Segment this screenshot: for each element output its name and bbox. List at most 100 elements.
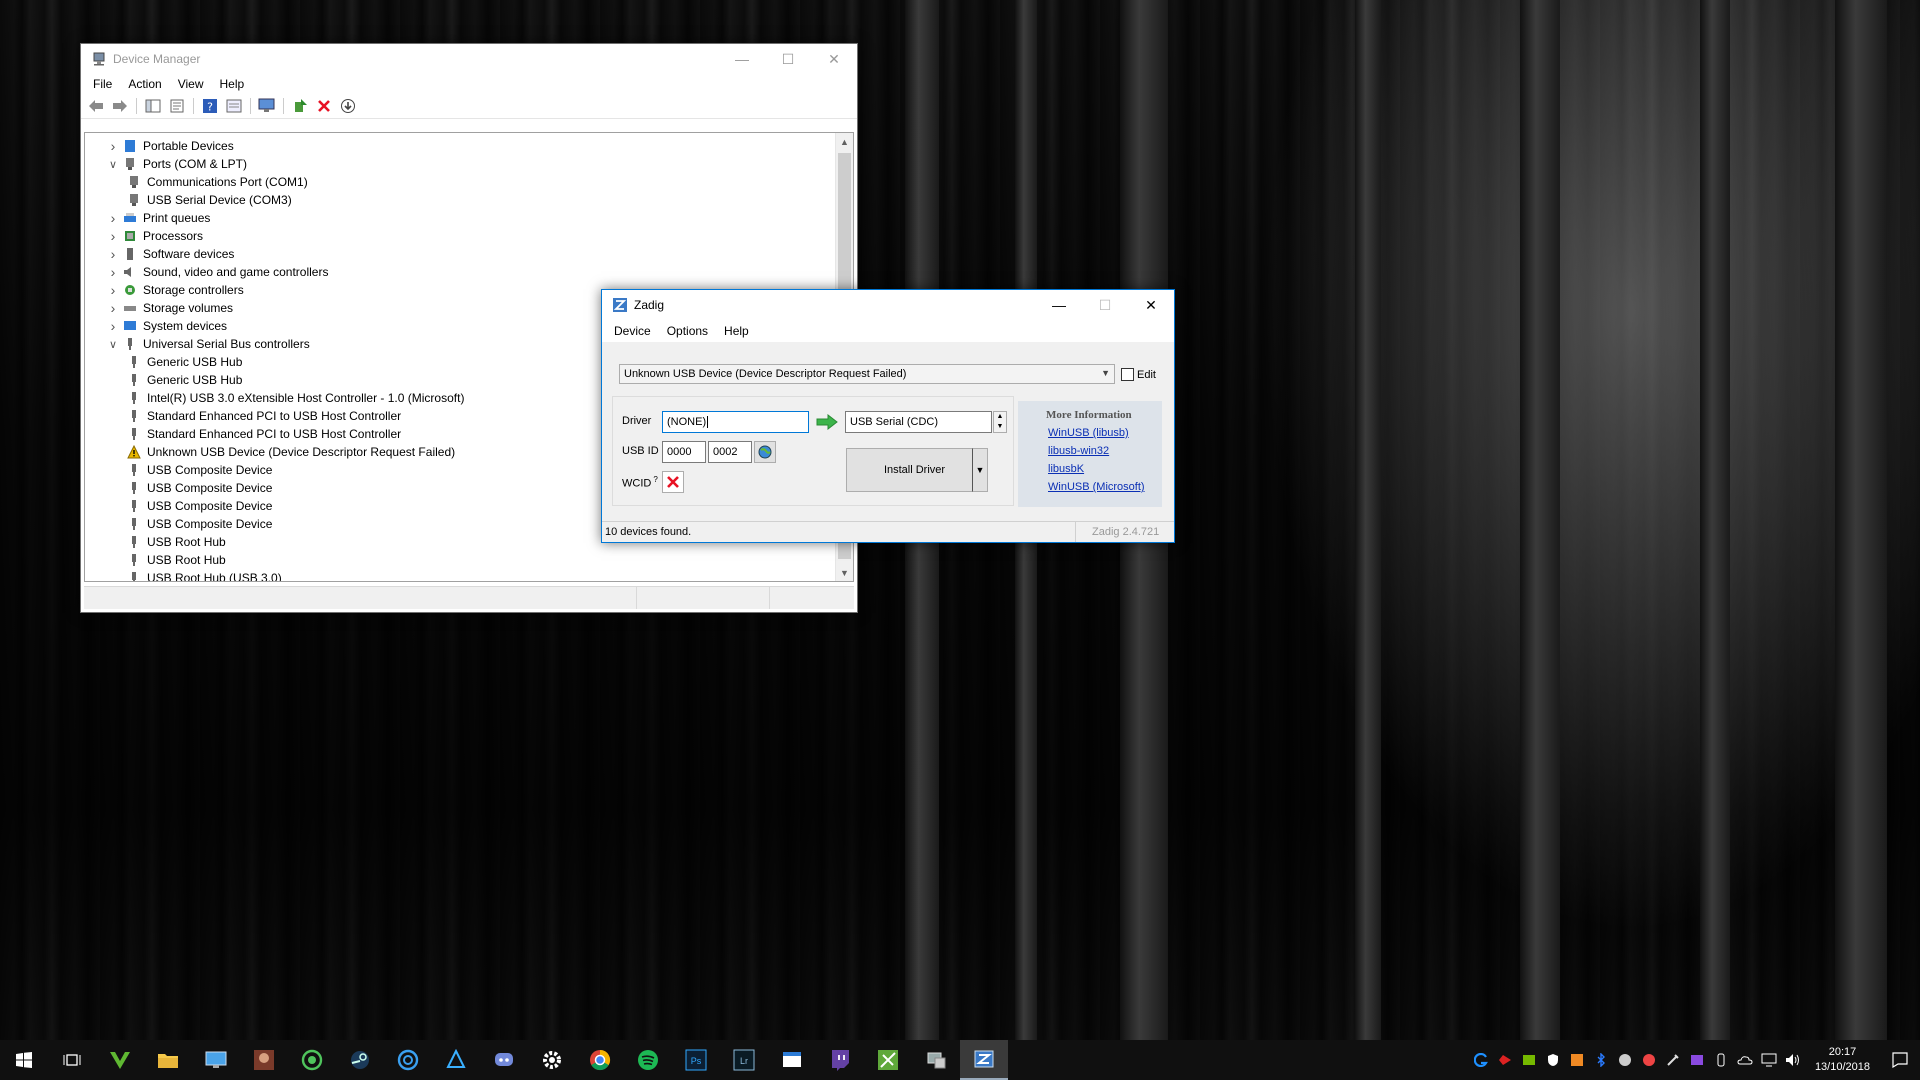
expand-chevron-icon[interactable]: › xyxy=(107,138,119,154)
link-libusbk[interactable]: libusbK xyxy=(1048,463,1084,475)
taskbar-app-green-tool[interactable] xyxy=(864,1040,912,1080)
maximize-button[interactable]: ☐ xyxy=(765,44,811,74)
taskbar-app-discord[interactable] xyxy=(480,1040,528,1080)
tree-device[interactable]: USB Serial Device (COM3) xyxy=(85,191,835,209)
install-driver-button[interactable]: Install Driver xyxy=(846,448,983,492)
tray-app-icon[interactable] xyxy=(1637,1040,1661,1080)
menu-help[interactable]: Help xyxy=(212,77,253,91)
expand-chevron-icon[interactable]: › xyxy=(107,300,119,316)
tray-g-icon[interactable] xyxy=(1469,1040,1493,1080)
tray-nvidia-icon[interactable] xyxy=(1517,1040,1541,1080)
tree-device[interactable]: USB Root Hub xyxy=(85,551,835,569)
tree-category[interactable]: › Processors xyxy=(85,227,835,245)
clock[interactable]: 20:17 13/10/2018 xyxy=(1805,1045,1880,1075)
expand-chevron-icon[interactable]: › xyxy=(107,210,119,226)
uninstall-icon[interactable] xyxy=(313,96,335,116)
tray-steam-icon[interactable] xyxy=(1613,1040,1637,1080)
tray-tool-icon[interactable] xyxy=(1661,1040,1685,1080)
minimize-button[interactable]: — xyxy=(1036,290,1082,320)
link-winusb-microsoft[interactable]: WinUSB (Microsoft) xyxy=(1048,481,1145,493)
tray-purple-icon[interactable] xyxy=(1685,1040,1709,1080)
scroll-down-icon[interactable]: ▼ xyxy=(836,564,853,581)
properties-icon[interactable] xyxy=(166,96,188,116)
back-icon[interactable] xyxy=(85,96,107,116)
bluetooth-icon[interactable] xyxy=(1589,1040,1613,1080)
taskbar-app-chrome[interactable] xyxy=(576,1040,624,1080)
taskbar-app-control-panel[interactable] xyxy=(192,1040,240,1080)
install-dropdown-button[interactable]: ▼ xyxy=(972,448,988,492)
device-manager-icon xyxy=(93,52,105,66)
menu-options[interactable]: Options xyxy=(659,324,716,338)
taskbar-app-photoshop[interactable]: Ps xyxy=(672,1040,720,1080)
expand-chevron-icon[interactable]: › xyxy=(107,264,119,280)
minimize-button[interactable]: — xyxy=(719,44,765,74)
wcid-help-link[interactable]: ? xyxy=(653,475,657,484)
driver-spinner[interactable]: ▲ ▼ xyxy=(993,411,1007,433)
taskbar-app-file-explorer[interactable] xyxy=(144,1040,192,1080)
menu-file[interactable]: File xyxy=(85,77,120,91)
expand-chevron-icon[interactable]: › xyxy=(107,246,119,262)
taskbar-app-spotify[interactable] xyxy=(624,1040,672,1080)
taskbar-app-twitch[interactable] xyxy=(816,1040,864,1080)
edit-checkbox-group[interactable]: Edit xyxy=(1121,368,1156,381)
onedrive-icon[interactable] xyxy=(1733,1040,1757,1080)
zadig-titlebar[interactable]: Zadig — ☐ ✕ xyxy=(602,290,1174,320)
expand-chevron-icon[interactable]: › xyxy=(107,318,119,334)
usb-pid-field[interactable]: 0002 xyxy=(708,441,752,463)
taskbar-app-settings[interactable] xyxy=(528,1040,576,1080)
taskbar-app-zadig[interactable] xyxy=(960,1040,1008,1080)
taskbar-app-battlenet[interactable] xyxy=(432,1040,480,1080)
tray-shield-icon[interactable] xyxy=(1541,1040,1565,1080)
device-select[interactable]: Unknown USB Device (Device Descriptor Re… xyxy=(619,364,1115,384)
usb-vid-field[interactable]: 0000 xyxy=(662,441,706,463)
scroll-up-icon[interactable]: ▲ xyxy=(836,133,853,150)
current-driver-field[interactable]: (NONE) xyxy=(662,411,809,433)
view-icon[interactable] xyxy=(223,96,245,116)
menu-device[interactable]: Device xyxy=(606,324,659,338)
tree-device[interactable]: USB Root Hub (USB 3.0) xyxy=(85,569,835,581)
show-hide-tree-icon[interactable] xyxy=(142,96,164,116)
taskbar-app-whatsapp[interactable] xyxy=(288,1040,336,1080)
target-driver-field[interactable]: USB Serial (CDC) xyxy=(845,411,992,433)
edit-checkbox[interactable] xyxy=(1121,368,1134,381)
link-winusb-libusb[interactable]: WinUSB (libusb) xyxy=(1048,427,1129,439)
taskbar-app-game[interactable] xyxy=(240,1040,288,1080)
scan-hardware-icon[interactable] xyxy=(256,96,278,116)
collapse-chevron-icon[interactable]: ∨ xyxy=(107,158,119,171)
tray-orange-icon[interactable] xyxy=(1565,1040,1589,1080)
link-libusb-win32[interactable]: libusb-win32 xyxy=(1048,445,1109,457)
tree-category[interactable]: › Print queues xyxy=(85,209,835,227)
device-manager-titlebar[interactable]: Device Manager — ☐ ✕ xyxy=(81,44,857,74)
tree-category[interactable]: › Software devices xyxy=(85,245,835,263)
taskbar-app-uplay[interactable] xyxy=(384,1040,432,1080)
tree-category[interactable]: › Portable Devices xyxy=(85,137,835,155)
vid-lookup-button[interactable] xyxy=(754,441,776,463)
menu-help[interactable]: Help xyxy=(716,324,757,338)
tree-device[interactable]: Communications Port (COM1) xyxy=(85,173,835,191)
start-button[interactable] xyxy=(0,1040,48,1080)
tree-category[interactable]: › Sound, video and game controllers xyxy=(85,263,835,281)
taskbar-app-device-manager[interactable] xyxy=(912,1040,960,1080)
tree-category[interactable]: ∨ Ports (COM & LPT) xyxy=(85,155,835,173)
pen-icon[interactable] xyxy=(1709,1040,1733,1080)
tray-red-icon[interactable] xyxy=(1493,1040,1517,1080)
update-driver-icon[interactable] xyxy=(289,96,311,116)
taskbar-app-vectr[interactable] xyxy=(96,1040,144,1080)
volume-icon[interactable] xyxy=(1781,1040,1805,1080)
menu-action[interactable]: Action xyxy=(120,77,169,91)
network-icon[interactable] xyxy=(1757,1040,1781,1080)
close-button[interactable]: ✕ xyxy=(1128,290,1174,320)
expand-chevron-icon[interactable]: › xyxy=(107,228,119,244)
menu-view[interactable]: View xyxy=(170,77,212,91)
taskbar-app-lightroom[interactable]: Lr xyxy=(720,1040,768,1080)
help-icon[interactable]: ? xyxy=(199,96,221,116)
action-center-icon[interactable] xyxy=(1880,1040,1920,1080)
expand-chevron-icon[interactable]: › xyxy=(107,282,119,298)
close-button[interactable]: ✕ xyxy=(811,44,857,74)
download-driver-icon[interactable] xyxy=(337,96,359,116)
task-view-button[interactable] xyxy=(48,1040,96,1080)
taskbar-app-steam[interactable] xyxy=(336,1040,384,1080)
taskbar-app-window[interactable] xyxy=(768,1040,816,1080)
forward-icon[interactable] xyxy=(109,96,131,116)
collapse-chevron-icon[interactable]: ∨ xyxy=(107,338,119,351)
